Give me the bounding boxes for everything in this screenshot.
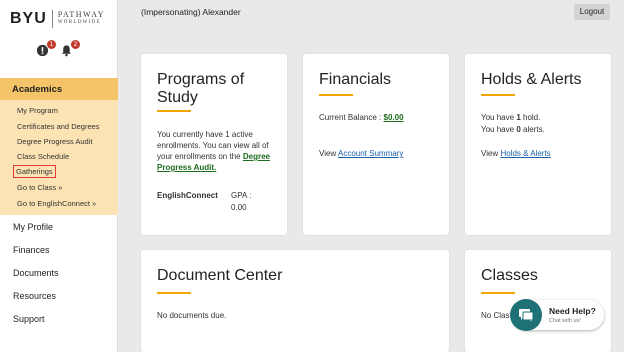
holds-accent xyxy=(481,94,515,96)
sidebar-item-resources[interactable]: Resources xyxy=(13,291,56,301)
financials-view-label: View xyxy=(319,149,337,158)
financials-card: Financials Current Balance : $0.00 View … xyxy=(303,54,449,235)
sidebar-item-degree-audit[interactable]: Degree Progress Audit xyxy=(17,137,92,146)
holds-count: 1 xyxy=(516,113,521,122)
holds-pre: You have xyxy=(481,113,515,122)
alerts-count: 0 xyxy=(516,125,521,134)
sidebar-item-documents[interactable]: Documents xyxy=(13,268,59,278)
notification-icons: 1 2 xyxy=(36,40,80,58)
programs-card: Programs of Study You currently have 1 a… xyxy=(141,54,287,235)
programs-title: Programs of Study xyxy=(157,71,245,106)
alerts-count-text: You have 0 alerts. xyxy=(481,124,545,135)
alerts-post: alerts. xyxy=(523,125,545,134)
view-account-summary: View Account Summary xyxy=(319,148,403,159)
sidebar-item-academics[interactable]: Academics xyxy=(0,78,118,100)
chat-subtitle: Chat with us! xyxy=(549,318,581,324)
byu-pathway-logo[interactable]: BYU PATHWAY WORLDWIDE xyxy=(10,10,105,28)
sidebar-item-gatherings[interactable]: Gatherings xyxy=(13,165,56,178)
sidebar-item-go-to-englishconnect[interactable]: Go to EnglishConnect » xyxy=(17,199,96,208)
bell-count-badge: 2 xyxy=(71,40,80,49)
alerts-pre: You have xyxy=(481,125,515,134)
sidebar-item-go-to-class[interactable]: Go to Class » xyxy=(17,183,62,192)
document-center-title: Document Center xyxy=(157,267,283,284)
sidebar: BYU PATHWAY WORLDWIDE 1 2 Academics My P… xyxy=(0,0,118,352)
gpa-value: 0.00 xyxy=(231,203,247,212)
sidebar-item-support[interactable]: Support xyxy=(13,314,45,324)
sidebar-item-my-profile[interactable]: My Profile xyxy=(13,222,53,232)
view-holds-alerts: View Holds & Alerts xyxy=(481,148,551,159)
holds-post: hold. xyxy=(523,113,541,122)
holds-title: Holds & Alerts xyxy=(481,71,582,88)
document-center-accent xyxy=(157,292,191,294)
classes-title: Classes xyxy=(481,267,538,284)
sidebar-item-finances[interactable]: Finances xyxy=(13,245,50,255)
balance-label: Current Balance : xyxy=(319,113,382,122)
financials-title: Financials xyxy=(319,71,392,88)
classes-accent xyxy=(481,292,515,294)
documents-status: No documents due. xyxy=(157,311,227,320)
holds-alerts-link[interactable]: Holds & Alerts xyxy=(500,149,550,158)
logo-brand: BYU xyxy=(10,10,47,27)
holds-count-text: You have 1 hold. xyxy=(481,112,540,123)
impersonating-user: (Impersonating) Alexander xyxy=(141,7,241,17)
sidebar-item-certificates[interactable]: Certificates and Degrees xyxy=(17,122,100,131)
logo-line1: PATHWAY xyxy=(57,10,106,19)
gpa-label: GPA : xyxy=(231,191,252,200)
logout-button[interactable]: Logout xyxy=(574,4,610,20)
alert-count-badge: 1 xyxy=(47,40,56,49)
classes-status: No Clas xyxy=(481,311,510,320)
document-center-card: Document Center No documents due. xyxy=(141,250,449,352)
logo-words: PATHWAY WORLDWIDE xyxy=(58,11,105,27)
financials-accent xyxy=(319,94,353,96)
balance-value-link[interactable]: $0.00 xyxy=(384,113,404,122)
sidebar-item-my-program[interactable]: My Program xyxy=(17,106,58,115)
chat-bubble-icon[interactable] xyxy=(510,299,542,331)
alert-icon[interactable]: 1 xyxy=(36,40,56,58)
programs-accent xyxy=(157,110,191,112)
sidebar-item-class-schedule[interactable]: Class Schedule xyxy=(17,152,69,161)
program-name: EnglishConnect xyxy=(157,191,218,200)
logo-divider xyxy=(51,10,53,28)
logo-line2: WORLDWIDE xyxy=(57,20,101,25)
current-balance: Current Balance : $0.00 xyxy=(319,112,404,123)
chat-widget[interactable]: Need Help? Chat with us! xyxy=(510,299,604,331)
chat-title: Need Help? xyxy=(549,306,596,316)
holds-view-label: View xyxy=(481,149,499,158)
bell-icon[interactable]: 2 xyxy=(60,40,80,58)
holds-card: Holds & Alerts You have 1 hold. You have… xyxy=(465,54,611,235)
account-summary-link[interactable]: Account Summary xyxy=(338,149,403,158)
programs-description: You currently have 1 active enrollments.… xyxy=(157,129,279,173)
